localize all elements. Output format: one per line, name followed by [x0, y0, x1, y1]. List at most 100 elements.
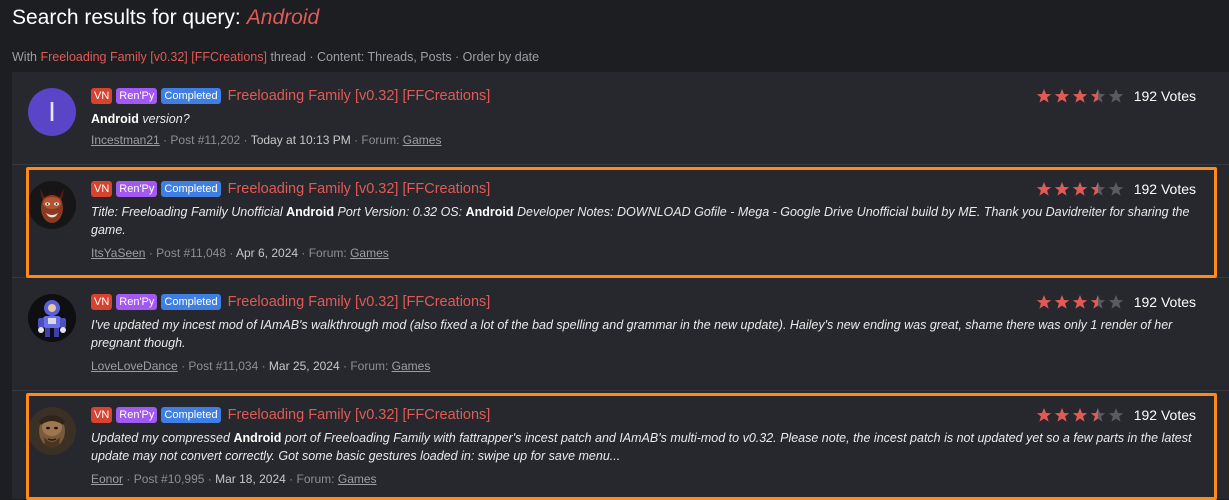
thread-title-link[interactable]: Freeloading Family [v0.32] [FFCreations]	[228, 88, 491, 104]
tag-vn[interactable]: VN	[91, 88, 113, 104]
avatar[interactable]	[28, 294, 76, 342]
star-icon	[1090, 408, 1105, 422]
search-filters: With Freeloading Family [v0.32] [FFCreat…	[12, 50, 539, 64]
result-title-line: VN Ren'Py Completed Freeloading Family […	[91, 88, 490, 104]
result-title-line: VN Ren'Py Completed Freeloading Family […	[91, 407, 490, 423]
warrior-avatar	[28, 407, 76, 455]
forum-link[interactable]: Games	[392, 359, 431, 373]
result-meta: ItsYaSeen · Post #11,048 · Apr 6, 2024 ·…	[91, 246, 389, 260]
post-date: Mar 18, 2024	[215, 472, 286, 486]
snippet-text: Port Version: 0.32 OS:	[334, 205, 466, 219]
avatar[interactable]: I	[28, 88, 76, 136]
tag-renpy[interactable]: Ren'Py	[116, 181, 158, 197]
star-icon	[1072, 295, 1087, 309]
snippet-text: Title: Freeloading Family Unofficial	[91, 205, 287, 219]
robot-avatar	[28, 294, 76, 342]
post-number: · Post #10,995 ·	[126, 472, 212, 486]
tag-completed[interactable]: Completed	[161, 181, 221, 197]
search-result: VN Ren'Py Completed Freeloading Family […	[12, 391, 1229, 500]
result-title-line: VN Ren'Py Completed Freeloading Family […	[91, 294, 490, 310]
tag-completed[interactable]: Completed	[161, 88, 221, 104]
avatar-letter: I	[48, 96, 56, 127]
thread-title-link[interactable]: Freeloading Family [v0.32] [FFCreations]	[228, 181, 491, 197]
result-snippet: I've updated my incest mod of IAmAB's wa…	[91, 316, 1196, 352]
search-result: VN Ren'Py Completed Freeloading Family […	[12, 165, 1229, 278]
votes-count: 192 Votes	[1133, 294, 1196, 310]
votes-count: 192 Votes	[1133, 88, 1196, 104]
tag-renpy[interactable]: Ren'Py	[116, 88, 158, 104]
author-link[interactable]: LoveLoveDance	[91, 359, 178, 373]
post-number: · Post #11,034 ·	[181, 359, 266, 373]
rating: 192 Votes	[1036, 181, 1196, 197]
star-icon	[1108, 295, 1123, 309]
forum-link[interactable]: Games	[350, 246, 389, 260]
snippet-text: I've updated my incest mod of IAmAB's wa…	[91, 318, 1173, 350]
rating-stars	[1036, 294, 1124, 310]
result-title-line: VN Ren'Py Completed Freeloading Family […	[91, 181, 490, 197]
post-date: Today at 10:13 PM	[250, 133, 351, 147]
snippet-highlight: Android	[286, 205, 335, 219]
forum-label: · Forum:	[354, 133, 400, 147]
forum-link[interactable]: Games	[338, 472, 377, 486]
star-icon	[1090, 89, 1105, 103]
thread-title-link[interactable]: Freeloading Family [v0.32] [FFCreations]	[228, 407, 491, 423]
avatar[interactable]	[28, 407, 76, 455]
author-link[interactable]: Eonor	[91, 472, 123, 486]
votes-count: 192 Votes	[1133, 407, 1196, 423]
forum-link[interactable]: Games	[403, 133, 442, 147]
star-icon	[1036, 408, 1051, 422]
forum-label: · Forum:	[301, 246, 347, 260]
query-term: Android	[246, 6, 320, 29]
star-icon	[1090, 182, 1105, 196]
star-icon	[1072, 89, 1087, 103]
results-list: I VN Ren'Py Completed Freeloading Family…	[12, 72, 1229, 500]
tag-renpy[interactable]: Ren'Py	[116, 407, 158, 423]
star-icon	[1108, 182, 1123, 196]
result-snippet: Android version?	[91, 110, 1196, 128]
tag-completed[interactable]: Completed	[161, 407, 221, 423]
rating-stars	[1036, 407, 1124, 423]
devil-face-avatar	[28, 181, 76, 229]
result-meta: LoveLoveDance · Post #11,034 · Mar 25, 2…	[91, 359, 430, 373]
thread-title-link[interactable]: Freeloading Family [v0.32] [FFCreations]	[228, 294, 491, 310]
star-icon	[1054, 408, 1069, 422]
author-link[interactable]: Incestman21	[91, 133, 160, 147]
tag-vn[interactable]: VN	[91, 294, 113, 310]
tag-vn[interactable]: VN	[91, 407, 113, 423]
star-icon	[1036, 89, 1051, 103]
rating-stars	[1036, 181, 1124, 197]
rating-stars	[1036, 88, 1124, 104]
forum-label: · Forum:	[289, 472, 335, 486]
result-snippet: Updated my compressed Android port of Fr…	[91, 429, 1196, 465]
search-result: I VN Ren'Py Completed Freeloading Family…	[12, 72, 1229, 165]
star-icon	[1072, 408, 1087, 422]
star-icon	[1036, 295, 1051, 309]
rating: 192 Votes	[1036, 407, 1196, 423]
author-link[interactable]: ItsYaSeen	[91, 246, 145, 260]
avatar[interactable]	[28, 181, 76, 229]
forum-label: · Forum:	[342, 359, 389, 373]
snippet-highlight: Android	[233, 431, 282, 445]
post-number: · Post #11,202 ·	[163, 133, 248, 147]
rating: 192 Votes	[1036, 88, 1196, 104]
page-title: Search results for query: Android	[12, 6, 319, 30]
star-icon	[1108, 89, 1123, 103]
star-icon	[1090, 295, 1105, 309]
snippet-highlight: Android	[465, 205, 514, 219]
result-meta: Eonor · Post #10,995 · Mar 18, 2024 · Fo…	[91, 472, 377, 486]
star-icon	[1054, 295, 1069, 309]
post-date: Mar 25, 2024	[268, 359, 340, 373]
post-number: · Post #11,048 ·	[148, 246, 234, 260]
search-result: VN Ren'Py Completed Freeloading Family […	[12, 278, 1229, 391]
tag-vn[interactable]: VN	[91, 181, 113, 197]
title-prefix: Search results for query:	[12, 6, 241, 29]
tag-renpy[interactable]: Ren'Py	[116, 294, 158, 310]
tag-completed[interactable]: Completed	[161, 294, 221, 310]
post-date: Apr 6, 2024	[236, 246, 299, 260]
star-icon	[1054, 89, 1069, 103]
snippet-text: Updated my compressed	[91, 431, 234, 445]
rating: 192 Votes	[1036, 294, 1196, 310]
result-meta: Incestman21 · Post #11,202 · Today at 10…	[91, 133, 441, 147]
filter-thread-link[interactable]: Freeloading Family [v0.32] [FFCreations]	[40, 50, 266, 64]
snippet-highlight: Android	[91, 112, 139, 126]
